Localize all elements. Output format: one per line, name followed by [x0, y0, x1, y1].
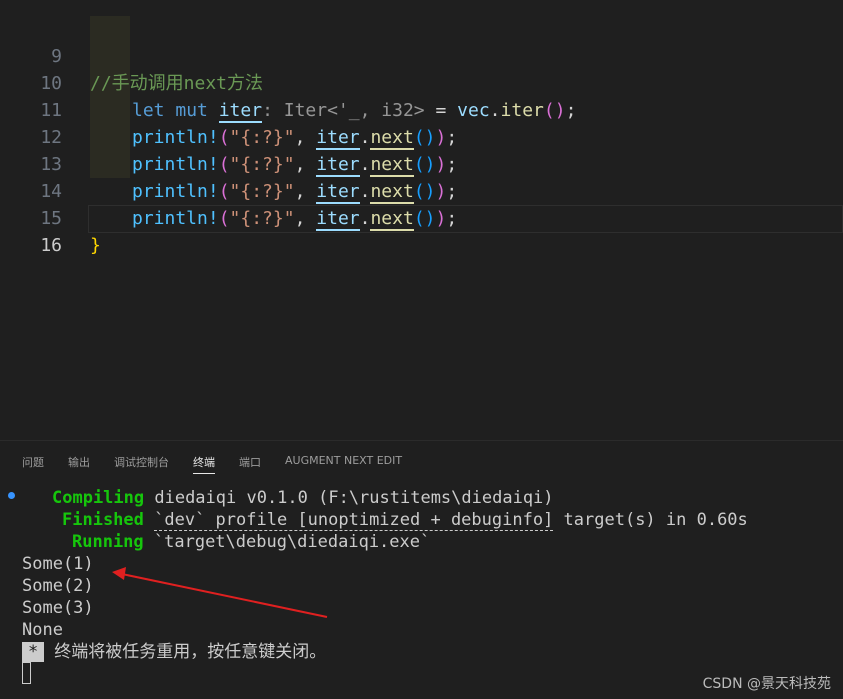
annotation-arrow-icon [112, 567, 328, 618]
watermark: CSDN @景天科技苑 [702, 676, 831, 692]
